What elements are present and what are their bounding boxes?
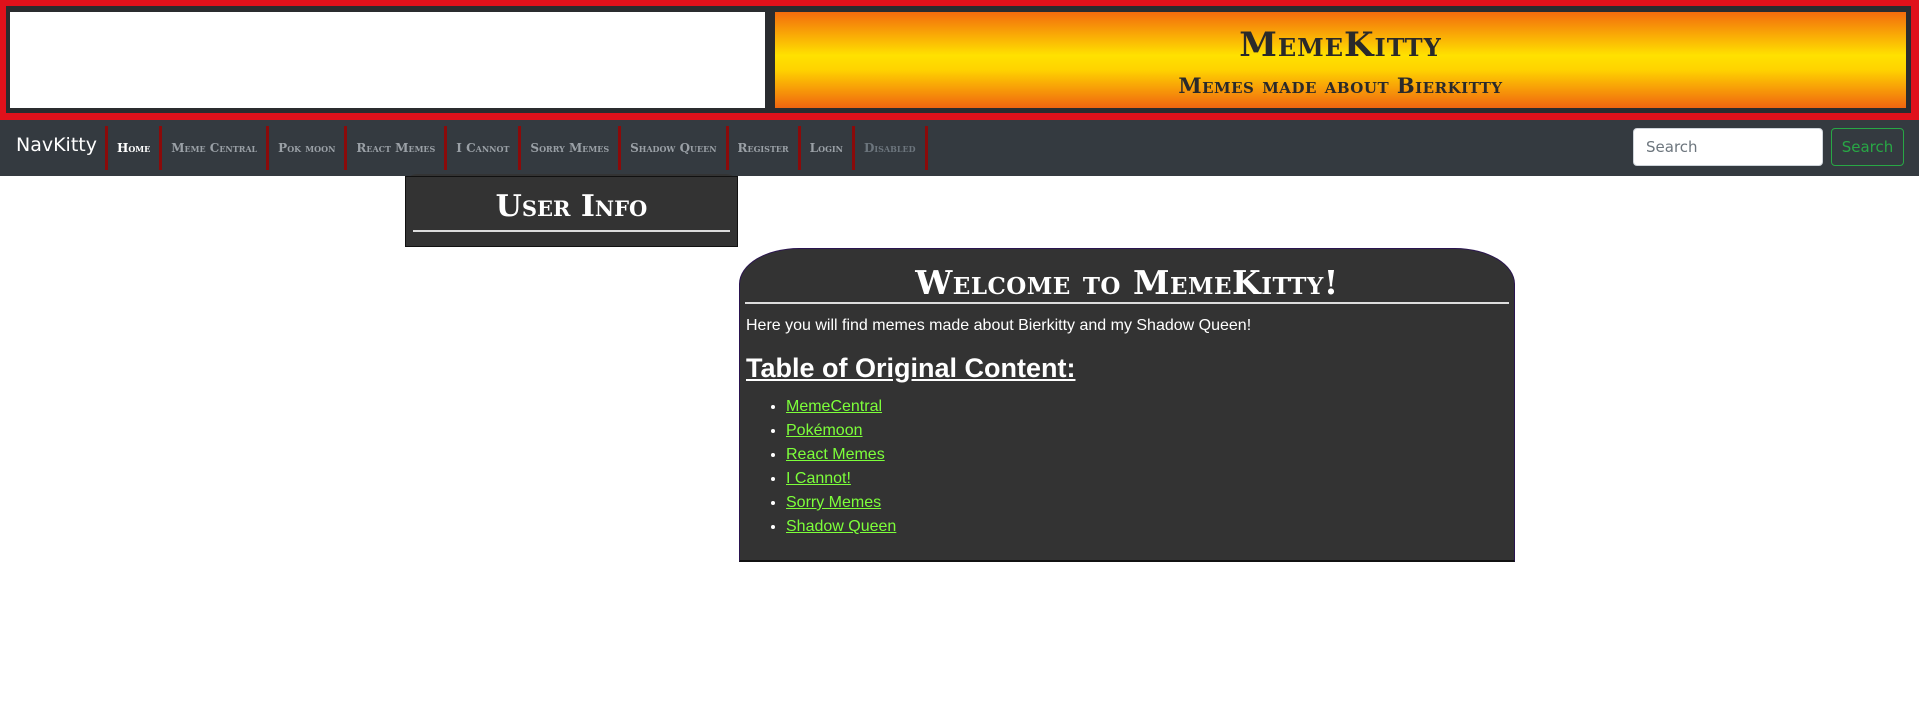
welcome-panel: Welcome to MemeKitty! Here you will find…: [739, 248, 1515, 562]
list-item: Sorry Memes: [786, 491, 896, 515]
nav-item-login[interactable]: Login: [797, 126, 852, 170]
navbar-brand[interactable]: NavKitty: [16, 134, 97, 156]
welcome-title: Welcome to MemeKitty!: [915, 263, 1339, 302]
nav-menu: Home Meme Central Pok moon React Memes I…: [105, 126, 928, 170]
list-item: Shadow Queen: [786, 515, 896, 539]
search-button[interactable]: Search: [1831, 128, 1904, 166]
nav-item-pokemoon[interactable]: Pok moon: [266, 126, 344, 170]
user-info-panel: User Info: [405, 176, 738, 247]
toc-link-pokemoon[interactable]: Pokémoon: [786, 422, 863, 439]
list-item: I Cannot!: [786, 467, 896, 491]
list-item: MemeCentral: [786, 395, 896, 419]
search-input[interactable]: [1633, 128, 1823, 166]
header-blank-panel: [10, 12, 765, 108]
nav-item-meme-central[interactable]: Meme Central: [159, 126, 266, 170]
nav-item-sorry-memes[interactable]: Sorry Memes: [518, 126, 618, 170]
list-item: Pokémoon: [786, 419, 896, 443]
site-header-inner: MemeKitty Memes made about Bierkitty: [6, 6, 1911, 113]
welcome-intro: Here you will find memes made about Bier…: [746, 317, 1252, 334]
site-title: MemeKitty: [1239, 25, 1442, 65]
nav-item-register[interactable]: Register: [725, 126, 798, 170]
nav-item-shadow-queen[interactable]: Shadow Queen: [618, 126, 725, 170]
user-info-title: User Info: [495, 189, 648, 224]
nav-item-home[interactable]: Home: [105, 126, 159, 170]
header-banner: MemeKitty Memes made about Bierkitty: [775, 12, 1906, 108]
toc-heading: Table of Original Content:: [746, 353, 1076, 383]
nav-item-i-cannot[interactable]: I Cannot: [444, 126, 518, 170]
toc-link-shadow-queen[interactable]: Shadow Queen: [786, 518, 896, 535]
divider: [745, 302, 1509, 304]
toc-link-react-memes[interactable]: React Memes: [786, 446, 885, 463]
nav-item-disabled: Disabled: [851, 126, 928, 170]
toc-link-memecentral[interactable]: MemeCentral: [786, 398, 882, 415]
toc-link-i-cannot[interactable]: I Cannot!: [786, 470, 851, 487]
list-item: React Memes: [786, 443, 896, 467]
toc-list: MemeCentral Pokémoon React Memes I Canno…: [750, 395, 896, 539]
nav-item-react-memes[interactable]: React Memes: [344, 126, 444, 170]
divider: [413, 230, 730, 232]
navbar: NavKitty Home Meme Central Pok moon Reac…: [0, 120, 1919, 176]
site-subtitle: Memes made about Bierkitty: [1178, 73, 1503, 98]
site-header: MemeKitty Memes made about Bierkitty: [0, 0, 1919, 120]
toc-link-sorry-memes[interactable]: Sorry Memes: [786, 494, 881, 511]
